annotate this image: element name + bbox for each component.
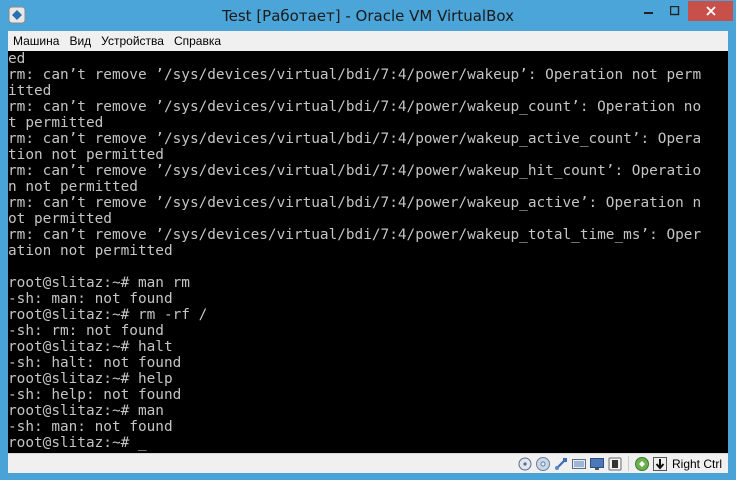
display-icon[interactable]: [589, 456, 605, 472]
close-icon: [705, 6, 716, 16]
terminal-line: root@slitaz:~# man rm: [8, 275, 190, 291]
vm-console[interactable]: ed rm: can’t remove ’/sys/devices/virtual…: [8, 51, 728, 453]
terminal-line: rm: can’t remove ’/sys/devices/virtual/b…: [8, 227, 702, 243]
menu-view[interactable]: Вид: [64, 34, 96, 48]
title-bar[interactable]: Test [Работает] - Oracle VM VirtualBox: [0, 0, 736, 31]
terminal-line: -sh: man: not found: [8, 291, 173, 307]
terminal-line: rm: can’t remove ’/sys/devices/virtual/b…: [8, 195, 702, 211]
terminal-line: root@slitaz:~# man: [8, 403, 164, 419]
status-separator: [627, 456, 629, 471]
terminal-line: rm: can’t remove ’/sys/devices/virtual/b…: [8, 131, 702, 147]
terminal-line: t permitted: [8, 115, 104, 131]
status-bar: Right Ctrl: [8, 453, 728, 473]
terminal-line: n not permitted: [8, 179, 138, 195]
usb-icon[interactable]: [553, 456, 569, 472]
menu-devices[interactable]: Устройства: [96, 34, 169, 48]
terminal-line: -sh: halt: not found: [8, 355, 182, 371]
terminal-line: ot permitted: [8, 211, 112, 227]
optical-drive-icon[interactable]: [535, 456, 551, 472]
menu-bar: Машина Вид Устройства Справка: [8, 31, 728, 51]
virtualbox-window: Test [Работает] - Oracle VM VirtualBox М…: [0, 0, 736, 480]
terminal-line: itted: [8, 83, 52, 99]
terminal-output: ed rm: can’t remove ’/sys/devices/virtual…: [8, 51, 728, 451]
menu-machine[interactable]: Машина: [8, 34, 64, 48]
terminal-line: ation not permitted: [8, 243, 173, 259]
terminal-line: -sh: help: not found: [8, 387, 182, 403]
mouse-integration-icon[interactable]: [634, 456, 650, 472]
terminal-line: rm: can’t remove ’/sys/devices/virtual/b…: [8, 163, 702, 179]
terminal-line: root@slitaz:~# halt: [8, 339, 173, 355]
terminal-line: -sh: man: not found: [8, 419, 173, 435]
minimize-icon: [644, 12, 653, 14]
shared-folders-icon[interactable]: [571, 456, 587, 472]
terminal-line: tion not permitted: [8, 147, 164, 163]
maximize-button[interactable]: [662, 1, 688, 21]
terminal-line: -sh: rm: not found: [8, 323, 164, 339]
maximize-icon: [670, 6, 680, 16]
video-capture-icon[interactable]: [607, 456, 623, 472]
host-key-label: Right Ctrl: [671, 456, 722, 471]
terminal-line: rm: can’t remove ’/sys/devices/virtual/b…: [8, 67, 702, 83]
terminal-line: root@slitaz:~# rm -rf /: [8, 307, 208, 323]
terminal-line: ed: [8, 51, 26, 67]
host-key-arrow-icon[interactable]: [652, 456, 668, 472]
minimize-button[interactable]: [636, 1, 662, 21]
terminal-line: root@slitaz:~# help: [8, 371, 173, 387]
terminal-line: rm: can’t remove ’/sys/devices/virtual/b…: [8, 99, 702, 115]
terminal-cursor: _: [137, 435, 147, 451]
hard-disk-icon[interactable]: [517, 456, 533, 472]
close-button[interactable]: [688, 1, 733, 21]
menu-help[interactable]: Справка: [169, 34, 226, 48]
window-title: Test [Работает] - Oracle VM VirtualBox: [222, 7, 514, 25]
terminal-line: root@slitaz:~# _: [8, 435, 147, 451]
